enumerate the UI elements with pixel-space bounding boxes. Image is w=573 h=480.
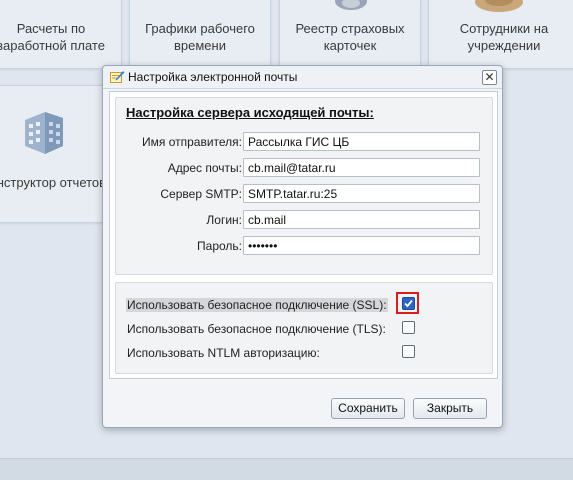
tile-employees-label-2: учреждении	[467, 38, 541, 53]
tile-payroll[interactable]: Расчеты по заработной плате	[0, 0, 122, 69]
tile-payroll-label-1: Расчеты по	[16, 21, 86, 36]
tile-schedules-label-2: времени	[174, 38, 226, 53]
sender-name-input[interactable]: Рассылка ГИС ЦБ	[243, 132, 480, 151]
password-input[interactable]: •••••••	[243, 236, 480, 255]
settings-edit-icon	[110, 71, 125, 83]
email-address-row: Адрес почты: cb.mail@tatar.ru	[116, 158, 492, 179]
tile-report-constructor[interactable]: Конструктор отчетов	[0, 85, 108, 223]
sender-name-row: Имя отправителя: Рассылка ГИС ЦБ	[116, 132, 492, 153]
ntlm-checkbox[interactable]	[402, 345, 415, 358]
tile-insurance-label-2: карточек	[323, 38, 377, 53]
tls-option-row: Использовать безопасное подключение (TLS…	[116, 320, 492, 338]
ntlm-option-label: Использовать NTLM авторизацию:	[127, 346, 320, 360]
ntlm-option-row: Использовать NTLM авторизацию:	[116, 344, 492, 362]
tile-employees-label-1: Сотрудники на	[459, 21, 549, 36]
tls-option-label: Использовать безопасное подключение (TLS…	[127, 322, 386, 336]
tile-payroll-label-2: заработной плате	[0, 38, 105, 53]
tile-employees[interactable]: Сотрудники на учреждении	[428, 0, 573, 69]
tile-insurance[interactable]: Реестр страховых карточек	[279, 0, 421, 69]
close-button[interactable]: Закрыть	[413, 398, 487, 419]
sender-name-label: Имя отправителя:	[141, 135, 242, 149]
password-row: Пароль: •••••••	[116, 236, 492, 257]
login-input[interactable]: cb.mail	[243, 210, 480, 229]
dialog-header[interactable]: Настройка электронной почты ✕	[103, 66, 502, 89]
server-settings-legend: Настройка сервера исходящей почты:	[126, 105, 374, 120]
close-icon[interactable]: ✕	[482, 70, 497, 85]
tile-schedules-label-1: Графики рабочего	[145, 21, 255, 36]
tile-schedules[interactable]: Графики рабочего времени	[129, 0, 271, 69]
ssl-option-label: Использовать безопасное подключение (SSL…	[126, 298, 388, 312]
login-row: Логин: cb.mail	[116, 210, 492, 231]
smtp-server-row: Сервер SMTP: SMTP.tatar.ru:25	[116, 184, 492, 205]
email-address-input[interactable]: cb.mail@tatar.ru	[243, 158, 480, 177]
tile-insurance-label-1: Реестр страховых	[295, 21, 405, 36]
bottom-strip	[0, 458, 573, 480]
employees-icon	[475, 0, 523, 12]
tls-checkbox[interactable]	[402, 321, 415, 334]
server-settings-section: Настройка сервера исходящей почты: Имя о…	[115, 97, 493, 275]
login-label: Логин:	[206, 213, 242, 227]
email-settings-dialog: Настройка электронной почты ✕ Настройка …	[102, 65, 503, 428]
password-label: Пароль:	[197, 239, 242, 253]
building-icon	[25, 112, 63, 154]
email-address-label: Адрес почты:	[167, 161, 242, 175]
dialog-title: Настройка электронной почты	[128, 70, 298, 84]
connection-options-section: Использовать безопасное подключение (SSL…	[115, 282, 493, 374]
checkmark-icon	[404, 299, 413, 308]
save-button[interactable]: Сохранить	[331, 398, 405, 419]
ssl-checkbox[interactable]	[402, 297, 415, 310]
smtp-server-input[interactable]: SMTP.tatar.ru:25	[243, 184, 480, 203]
ssl-option-row: Использовать безопасное подключение (SSL…	[116, 292, 492, 314]
dialog-body: Настройка сервера исходящей почты: Имя о…	[109, 91, 498, 379]
tile-report-constructor-label: Конструктор отчетов	[0, 175, 107, 190]
smtp-server-label: Сервер SMTP:	[160, 187, 242, 201]
insurance-card-icon	[335, 0, 367, 10]
